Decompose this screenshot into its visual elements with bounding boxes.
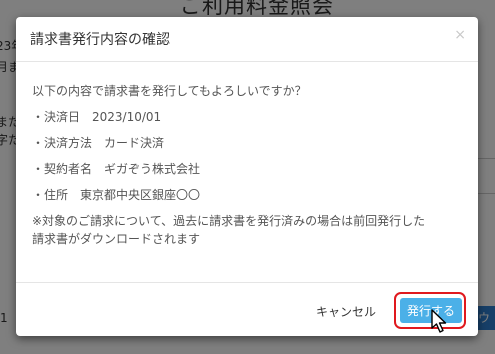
confirm-issue-invoice-dialog: 請求書発行内容の確認 × 以下の内容で請求書を発行してもよろしいですか？ ・決済… [16,17,478,336]
detail-payment-date: ・決済日 2023/10/01 [32,110,162,124]
modal-title: 請求書発行内容の確認 [30,32,170,48]
note-line: 請求書がダウンロードされます [32,232,201,246]
detail-address: ・住所 東京都中央区銀座〇〇 [32,188,201,202]
note-line: ※対象のご請求について、過去に請求書を発行済みの場合は前回発行した [32,214,426,228]
detail-payment-method: ・決済方法 カード決済 [32,136,165,150]
confirm-question: 以下の内容で請求書を発行してもよろしいですか？ [32,84,307,98]
mouse-pointer-icon [431,309,447,333]
modal-header: 請求書発行内容の確認 × [16,17,478,62]
detail-contractor-name: ・契約者名 ギガぞう株式会社 [32,162,201,176]
close-icon[interactable]: × [454,27,466,43]
cancel-button[interactable]: キャンセル [316,303,376,320]
modal-footer: キャンセル 発行する [16,282,478,337]
